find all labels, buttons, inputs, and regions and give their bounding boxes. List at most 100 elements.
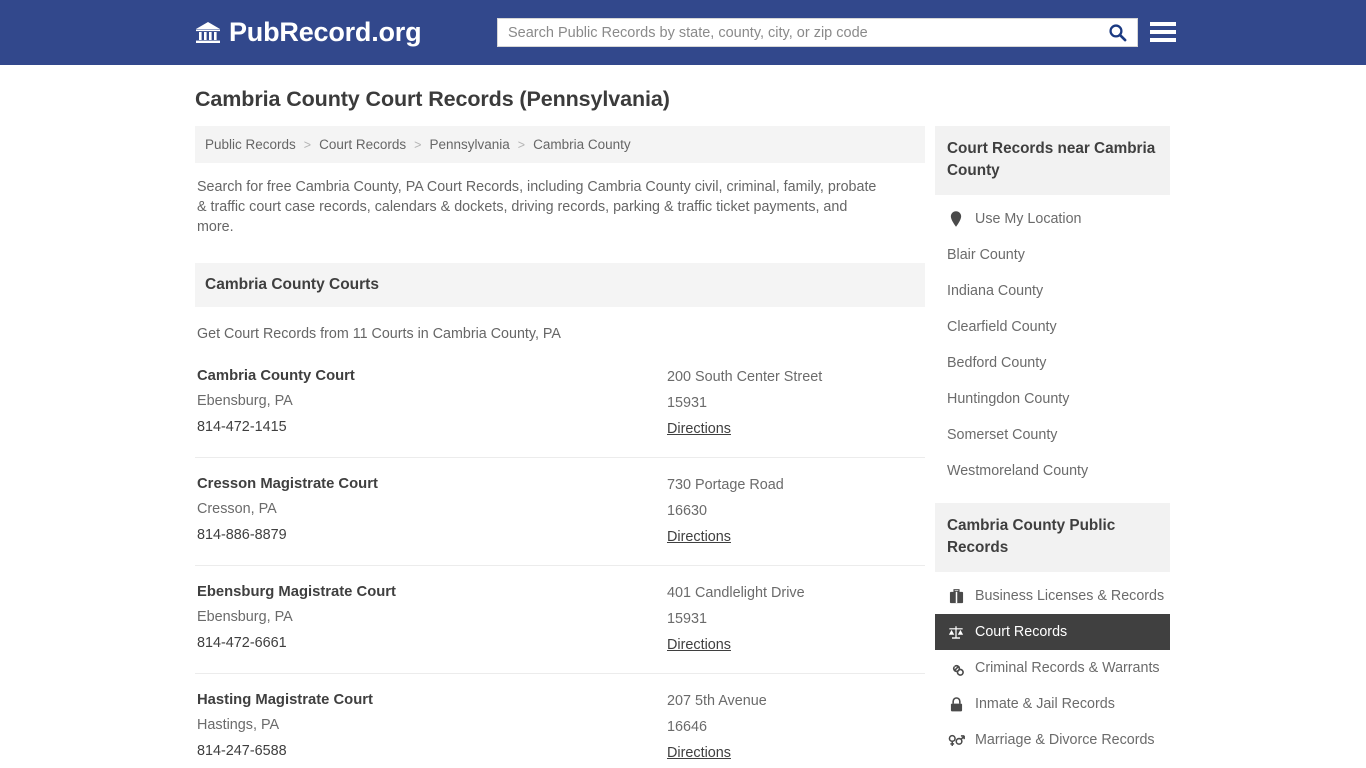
two-column-layout: Public Records > Court Records > Pennsyl… xyxy=(195,126,1170,768)
court-info-left: Hasting Magistrate Court Hastings, PA 81… xyxy=(197,688,667,766)
sidebar-item-somerset-county[interactable]: Somerset County xyxy=(935,417,1170,453)
court-name-link[interactable]: Hasting Magistrate Court xyxy=(197,688,667,712)
breadcrumb-item-pennsylvania[interactable]: Pennsylvania xyxy=(429,137,509,152)
court-street-address: 401 Candlelight Drive xyxy=(667,585,805,601)
page-title: Cambria County Court Records (Pennsylvan… xyxy=(195,87,670,111)
sidebar-item-label: Indiana County xyxy=(947,283,1044,299)
nearby-courts-list: Use My Location Blair County Indiana Cou… xyxy=(935,195,1170,489)
court-info-left: Cambria County Court Ebensburg, PA 814-4… xyxy=(197,364,667,442)
court-zip-code: 15931 xyxy=(667,611,708,627)
sidebar-item-property-records[interactable]: Property Records xyxy=(935,758,1170,768)
page-body: Cambria County Court Records (Pennsylvan… xyxy=(0,65,1366,768)
public-records-list: Business Licenses & Records Court Record… xyxy=(935,572,1170,768)
sidebar-item-label: Use My Location xyxy=(975,211,1082,227)
court-city-state: Hastings, PA xyxy=(197,717,280,733)
public-records-panel: Cambria County Public Records Business L xyxy=(935,503,1170,768)
court-phone-link[interactable]: 814-886-8879 xyxy=(197,527,287,543)
table-row: Cresson Magistrate Court Cresson, PA 814… xyxy=(195,457,925,565)
court-zip-code: 15931 xyxy=(667,395,708,411)
sidebar-item-label: Business Licenses & Records xyxy=(975,588,1165,604)
nearby-courts-panel: Court Records near Cambria County Use My… xyxy=(935,126,1170,489)
sidebar-item-label: Clearfield County xyxy=(947,319,1057,335)
site-logo[interactable]: PubRecord.org xyxy=(195,0,422,65)
court-name-link[interactable]: Ebensburg Magistrate Court xyxy=(197,580,667,604)
sidebar-item-indiana-county[interactable]: Indiana County xyxy=(935,273,1170,309)
court-zip-code: 16630 xyxy=(667,503,708,519)
sidebar-item-court-records[interactable]: Court Records xyxy=(935,614,1170,650)
courts-section-heading: Cambria County Courts xyxy=(195,263,925,307)
sidebar-item-inmate-jail-records[interactable]: Inmate & Jail Records xyxy=(935,686,1170,722)
directions-link[interactable]: Directions xyxy=(667,529,731,545)
main-column: Public Records > Court Records > Pennsyl… xyxy=(195,126,925,768)
site-logo-text: PubRecord.org xyxy=(229,17,422,47)
sidebar-item-criminal-records[interactable]: Criminal Records & Warrants xyxy=(935,650,1170,686)
sidebar-item-label: Criminal Records & Warrants xyxy=(975,660,1160,676)
breadcrumb-item-cambria-county[interactable]: Cambria County xyxy=(533,137,631,152)
sidebar-item-marriage-divorce-records[interactable]: Marriage & Divorce Records xyxy=(935,722,1170,758)
court-info-right: 207 5th Avenue 16646 Directions xyxy=(667,688,923,766)
table-row: Cambria County Court Ebensburg, PA 814-4… xyxy=(195,350,925,457)
court-info-right: 200 South Center Street 15931 Directions xyxy=(667,364,923,442)
search-button[interactable] xyxy=(1097,19,1137,46)
sidebar-item-use-my-location[interactable]: Use My Location xyxy=(935,201,1170,237)
map-pin-icon xyxy=(947,210,965,228)
nearby-courts-heading: Court Records near Cambria County xyxy=(935,126,1170,195)
handcuffs-icon xyxy=(947,659,965,677)
breadcrumb-separator: > xyxy=(303,137,312,152)
court-phone-link[interactable]: 814-472-6661 xyxy=(197,635,287,651)
sidebar-item-label: Inmate & Jail Records xyxy=(975,696,1115,712)
page-intro-text: Search for free Cambria County, PA Court… xyxy=(197,179,877,235)
table-row: Ebensburg Magistrate Court Ebensburg, PA… xyxy=(195,565,925,673)
sidebar: Court Records near Cambria County Use My… xyxy=(935,126,1170,768)
briefcase-icon xyxy=(947,587,965,605)
sidebar-item-label: Blair County xyxy=(947,247,1025,263)
public-records-heading: Cambria County Public Records xyxy=(935,503,1170,572)
court-street-address: 730 Portage Road xyxy=(667,477,784,493)
court-city-state: Cresson, PA xyxy=(197,501,277,517)
sidebar-item-bedford-county[interactable]: Bedford County xyxy=(935,345,1170,381)
court-city-state: Ebensburg, PA xyxy=(197,609,293,625)
scales-of-justice-icon xyxy=(947,623,965,641)
sidebar-item-clearfield-county[interactable]: Clearfield County xyxy=(935,309,1170,345)
table-row: Hasting Magistrate Court Hastings, PA 81… xyxy=(195,673,925,768)
court-street-address: 207 5th Avenue xyxy=(667,693,767,709)
court-phone-link[interactable]: 814-472-1415 xyxy=(197,419,287,435)
court-info-left: Cresson Magistrate Court Cresson, PA 814… xyxy=(197,472,667,550)
court-phone-link[interactable]: 814-247-6588 xyxy=(197,743,287,759)
gender-symbols-icon xyxy=(947,731,965,749)
content-container: Cambria County Court Records (Pennsylvan… xyxy=(195,65,1170,768)
court-name-link[interactable]: Cambria County Court xyxy=(197,364,667,388)
breadcrumb-separator: > xyxy=(414,137,422,152)
breadcrumb-separator: > xyxy=(517,137,526,152)
court-city-state: Ebensburg, PA xyxy=(197,393,293,409)
search-bar xyxy=(497,18,1138,47)
court-name-link[interactable]: Cresson Magistrate Court xyxy=(197,472,667,496)
court-info-right: 401 Candlelight Drive 15931 Directions xyxy=(667,580,923,658)
directions-link[interactable]: Directions xyxy=(667,637,731,653)
sidebar-item-label: Marriage & Divorce Records xyxy=(975,732,1155,748)
sidebar-item-label: Somerset County xyxy=(947,427,1058,443)
sidebar-item-blair-county[interactable]: Blair County xyxy=(935,237,1170,273)
court-street-address: 200 South Center Street xyxy=(667,369,823,385)
courts-section-subheading: Get Court Records from 11 Courts in Camb… xyxy=(197,326,561,342)
lock-icon xyxy=(947,695,965,713)
court-zip-code: 16646 xyxy=(667,719,708,735)
court-info-right: 730 Portage Road 16630 Directions xyxy=(667,472,923,550)
sidebar-item-business-licenses[interactable]: Business Licenses & Records xyxy=(935,578,1170,614)
search-input[interactable] xyxy=(498,19,1097,46)
site-header: PubRecord.org xyxy=(0,0,1366,65)
sidebar-item-label: Bedford County xyxy=(947,355,1047,371)
sidebar-item-label: Huntingdon County xyxy=(947,391,1070,407)
sidebar-item-label: Westmoreland County xyxy=(947,463,1089,479)
sidebar-item-label: Court Records xyxy=(975,624,1068,640)
sidebar-item-huntingdon-county[interactable]: Huntingdon County xyxy=(935,381,1170,417)
breadcrumb-item-public-records[interactable]: Public Records xyxy=(205,137,296,152)
breadcrumb: Public Records > Court Records > Pennsyl… xyxy=(195,126,925,163)
breadcrumb-item-court-records[interactable]: Court Records xyxy=(319,137,406,152)
hamburger-menu-icon[interactable] xyxy=(1150,19,1176,45)
search-icon xyxy=(1108,23,1127,42)
court-info-left: Ebensburg Magistrate Court Ebensburg, PA… xyxy=(197,580,667,658)
sidebar-item-westmoreland-county[interactable]: Westmoreland County xyxy=(935,453,1170,489)
directions-link[interactable]: Directions xyxy=(667,421,731,437)
directions-link[interactable]: Directions xyxy=(667,745,731,761)
